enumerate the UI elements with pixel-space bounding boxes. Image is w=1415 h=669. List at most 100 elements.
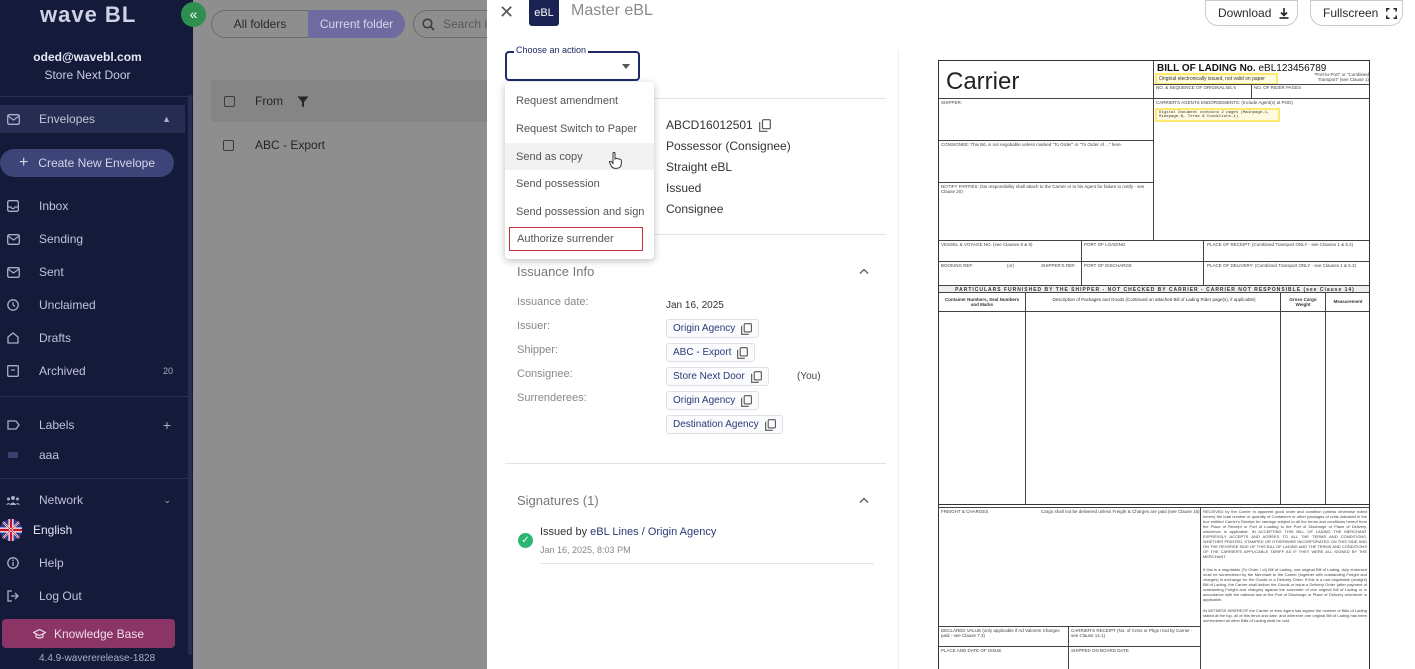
clock-icon [6,298,20,312]
user-email: oded@wavebl.com [33,50,142,64]
select-all-checkbox[interactable] [224,95,235,107]
doc-line [939,504,1369,505]
doc-notify: NOTIFY PARTIES: (No responsibility shall… [941,184,1145,195]
close-icon[interactable]: ✕ [499,2,514,23]
doc-line [939,507,1369,508]
doc-booking: BOOKING REF. [941,263,974,268]
sidebar-item-drafts[interactable]: Drafts [0,324,185,352]
sidebar-item-archived[interactable]: Archived 20 [0,357,185,385]
sidebar-item-label: English [33,523,73,537]
sidebar-item-inbox[interactable]: Inbox [0,192,185,220]
copy-icon[interactable] [741,394,753,407]
doc-line [939,182,1153,183]
doc-line [1200,507,1201,669]
sidebar-scrollbar[interactable] [188,95,192,655]
menu-item-send-possession[interactable]: Send possession [505,170,654,197]
shipper-label: Shipper: [517,344,558,356]
doc-line [1153,61,1154,240]
sidebar-item-label: Help [39,556,64,570]
sidebar-item-label: aaa [39,448,60,462]
copy-icon[interactable] [737,346,749,359]
fullscreen-button[interactable]: Fullscreen [1310,0,1403,26]
all-folders-toggle[interactable]: All folders [211,10,309,38]
sidebar-item-sent[interactable]: Sent [0,258,185,286]
collapse-sidebar-button[interactable]: « [181,2,206,27]
sidebar-item-logout[interactable]: Log Out [0,582,185,610]
row-checkbox[interactable] [223,139,234,151]
doc-place-delivery: PLACE OF DELIVERY: (Combined Transport O… [1207,263,1357,268]
sidebar-item-labels[interactable]: Labels + [0,411,185,439]
signatures-title[interactable]: Signatures (1) [517,493,599,508]
download-button[interactable]: Download [1205,0,1298,26]
consignee-chip[interactable]: Store Next Door [666,367,769,386]
issuance-info-title[interactable]: Issuance Info [517,264,594,279]
issuer-value: Origin Agency [673,323,736,334]
sidebar-item-help[interactable]: Help [0,549,185,577]
info-icon [6,556,20,570]
sidebar-item-envelopes[interactable]: Envelopes ▲ [0,105,185,133]
divider [0,96,193,97]
surrenderee-chip[interactable]: Origin Agency [666,391,760,410]
table-row[interactable]: ABC - Export [223,138,325,152]
menu-item-request-amendment[interactable]: Request amendment [505,87,654,114]
menu-item-request-switch-to-paper[interactable]: Request Switch to Paper [505,115,654,142]
doc-declared: DECLARED VALUE (only applicable if Ad Va… [941,628,1060,639]
doc-freight: FREIGHT & CHARGES [941,509,989,514]
shipper-value: ABC - Export [673,347,732,358]
doc-line [1068,626,1069,669]
current-folder-toggle[interactable]: Current folder [308,10,405,38]
chevron-up-icon[interactable] [859,266,869,277]
doc-negotiable-text: If this is a negotiable (To Order / of) … [1203,567,1367,602]
sidebar-item-label: Unclaimed [39,298,96,312]
uk-flag-icon [0,519,22,541]
doc-witness-text: IN WITNESS WHEREOF the Carrier or their … [1203,608,1367,623]
consignee-value: Store Next Door [673,371,745,382]
logout-icon [6,589,20,603]
choose-action-select[interactable]: Choose an action [505,45,640,81]
sidebar-item-sending[interactable]: Sending [0,225,185,253]
copy-icon[interactable] [764,418,776,431]
vertical-divider [898,50,899,669]
sidebar-item-language[interactable]: English [0,516,185,544]
knowledge-base-button[interactable]: Knowledge Base [2,619,175,648]
surrenderee-chip[interactable]: Destination Agency [666,415,783,434]
version-label: 4.4.9-wavererelease-1828 [39,653,156,664]
sidebar-item-network[interactable]: Network ⌄ [0,486,185,514]
search-input[interactable]: Search i [413,10,493,38]
panel-title: Master eBL [571,2,653,19]
doc-port-note: "Port-to-Port" or "Combined Transport" (… [1313,72,1369,83]
from-column-header[interactable]: From [255,94,283,108]
sidebar-item-label-aaa[interactable]: aaa [0,441,185,469]
doc-shipper: SHIPPER: [941,100,963,105]
sidebar-item-label: Network [39,493,84,507]
menu-item-send-possession-and-sign[interactable]: Send possession and sign [505,198,654,225]
add-label-plus-icon[interactable]: + [163,417,171,433]
ebl-number-value: ABCD16012501 [666,118,753,133]
issuer-chip[interactable]: Origin Agency [666,319,760,338]
shipper-chip[interactable]: ABC - Export [666,343,756,362]
sidebar-item-label: Sent [39,265,64,279]
ebl-number: ABCD16012501 [666,118,771,133]
search-icon [422,17,435,31]
dropdown-arrow-icon [622,64,630,69]
copy-icon[interactable] [741,322,753,335]
wavebl-logo: wave BL [40,2,137,27]
menu-item-send-as-copy[interactable]: Send as copy [505,143,654,170]
chevron-up-icon[interactable]: ▲ [162,114,171,124]
menu-item-authorize-surrender[interactable]: Authorize surrender [509,227,643,251]
create-new-envelope-button[interactable]: + Create New Envelope [0,149,174,177]
copy-icon[interactable] [758,118,771,133]
label-tag-icon [6,418,20,432]
copy-icon[interactable] [750,370,762,383]
fullscreen-label: Fullscreen [1323,6,1379,20]
doc-line [1280,293,1281,505]
filter-icon[interactable] [297,94,309,108]
sidebar-item-unclaimed[interactable]: Unclaimed [0,291,185,319]
create-new-envelope-label: Create New Envelope [38,156,156,170]
download-icon [1279,6,1289,20]
row-sender: ABC - Export [255,138,326,152]
chevron-down-icon[interactable]: ⌄ [163,495,171,506]
chevron-up-icon[interactable] [859,495,869,506]
doc-port-discharge: PORT OF DISCHARGE [1084,263,1132,268]
doc-line [939,646,1200,647]
